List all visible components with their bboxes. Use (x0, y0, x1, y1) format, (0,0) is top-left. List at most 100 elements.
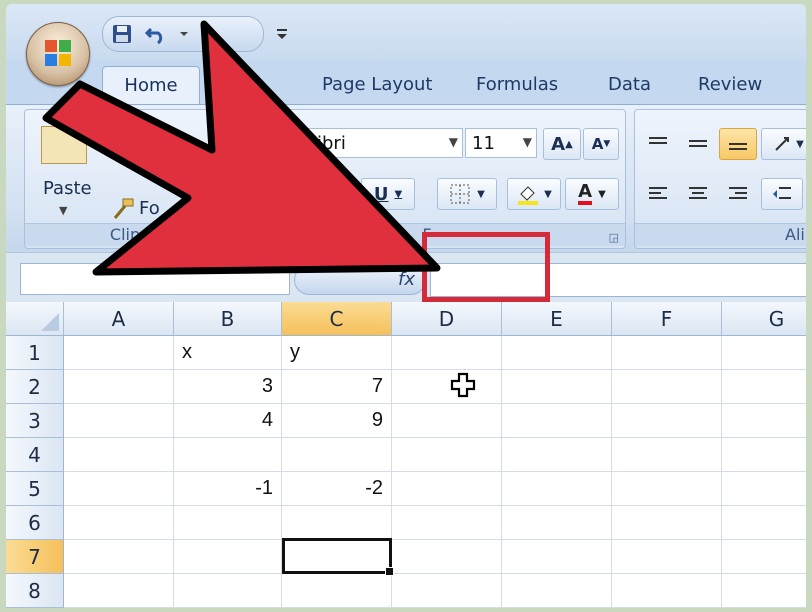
cell-a6[interactable] (64, 506, 174, 540)
column-header-b[interactable]: B (174, 302, 282, 336)
cell-b1[interactable]: x (174, 336, 282, 370)
cell-f1[interactable] (612, 336, 722, 370)
cell-e1[interactable] (502, 336, 612, 370)
fill-handle[interactable] (385, 567, 394, 576)
column-header-a[interactable]: A (64, 302, 174, 336)
row-header-4[interactable]: 4 (6, 438, 64, 472)
cell-g8[interactable] (722, 574, 806, 608)
cell-f2[interactable] (612, 370, 722, 404)
cell-b5[interactable]: -1 (174, 472, 282, 506)
cell-g1[interactable] (722, 336, 806, 370)
cell-d6[interactable] (392, 506, 502, 540)
paste-dropdown-icon[interactable]: ▼ (59, 204, 67, 217)
save-icon[interactable] (110, 22, 134, 46)
select-all-button[interactable] (6, 302, 64, 336)
align-left-icon[interactable] (639, 178, 677, 210)
cell-g3[interactable] (722, 404, 806, 438)
cell-f7[interactable] (612, 540, 722, 574)
cell-e3[interactable] (502, 404, 612, 438)
font-dialog-launcher-icon[interactable]: ◲ (609, 231, 619, 244)
column-header-d[interactable]: D (392, 302, 502, 336)
align-middle-icon[interactable] (679, 128, 717, 160)
cell-d5[interactable] (392, 472, 502, 506)
cell-d4[interactable] (392, 438, 502, 472)
cell-b3[interactable]: 4 (174, 404, 282, 438)
cell-d8[interactable] (392, 574, 502, 608)
office-button[interactable] (26, 22, 90, 86)
cell-g7[interactable] (722, 540, 806, 574)
cell-f6[interactable] (612, 506, 722, 540)
tab-formulas[interactable]: Formulas (476, 74, 558, 95)
worksheet-grid[interactable]: A B C D E F G 1 x y 2 3 7 3 4 9 4 5 -1 -2 6 7 8 (6, 302, 806, 608)
cell-e6[interactable] (502, 506, 612, 540)
align-bottom-icon[interactable] (719, 128, 757, 160)
tab-data[interactable]: Data (608, 74, 651, 95)
cell-g4[interactable] (722, 438, 806, 472)
cell-a2[interactable] (64, 370, 174, 404)
cell-g6[interactable] (722, 506, 806, 540)
font-size-combo[interactable]: 11 ▼ (465, 128, 537, 158)
cell-d1[interactable] (392, 336, 502, 370)
font-name-dropdown-icon[interactable]: ▼ (449, 135, 458, 149)
format-painter-icon[interactable] (111, 196, 137, 226)
cell-b4[interactable] (174, 438, 282, 472)
undo-dropdown-icon[interactable] (172, 22, 196, 46)
column-header-c[interactable]: C (282, 302, 392, 336)
font-color-button[interactable]: A ▼ (565, 178, 619, 210)
decrease-indent-icon[interactable] (761, 178, 803, 210)
insert-function-button[interactable]: fx (294, 265, 426, 295)
cell-c2[interactable]: 7 (282, 370, 392, 404)
row-header-7[interactable]: 7 (6, 540, 64, 574)
shrink-font-button[interactable]: A ▼ (583, 128, 619, 160)
row-header-3[interactable]: 3 (6, 404, 64, 438)
cell-a3[interactable] (64, 404, 174, 438)
undo-icon[interactable] (144, 22, 168, 46)
underline-button[interactable]: U ▼ (361, 178, 415, 210)
row-header-1[interactable]: 1 (6, 336, 64, 370)
tab-page-layout[interactable]: Page Layout (322, 74, 433, 95)
cell-c4[interactable] (282, 438, 392, 472)
cell-a7[interactable] (64, 540, 174, 574)
row-header-8[interactable]: 8 (6, 574, 64, 608)
align-top-icon[interactable] (639, 128, 677, 160)
cell-g2[interactable] (722, 370, 806, 404)
cell-e8[interactable] (502, 574, 612, 608)
font-name-combo[interactable]: libri ▼ (305, 128, 463, 158)
fill-color-button[interactable]: ▼ (507, 178, 561, 210)
borders-button[interactable]: ▼ (437, 178, 497, 210)
format-painter-label[interactable]: Fo (139, 198, 160, 219)
cell-e4[interactable] (502, 438, 612, 472)
cell-a1[interactable] (64, 336, 174, 370)
cell-a8[interactable] (64, 574, 174, 608)
cell-f3[interactable] (612, 404, 722, 438)
row-header-2[interactable]: 2 (6, 370, 64, 404)
tab-home[interactable]: Home (102, 66, 200, 105)
cell-c5[interactable]: -2 (282, 472, 392, 506)
cell-f8[interactable] (612, 574, 722, 608)
paste-button[interactable]: Paste (43, 178, 92, 199)
cell-c8[interactable] (282, 574, 392, 608)
align-right-icon[interactable] (719, 178, 757, 210)
cell-f5[interactable] (612, 472, 722, 506)
cell-c3[interactable]: 9 (282, 404, 392, 438)
cell-f4[interactable] (612, 438, 722, 472)
paste-icon[interactable] (41, 126, 87, 164)
cell-b7[interactable] (174, 540, 282, 574)
cell-b2[interactable]: 3 (174, 370, 282, 404)
grow-font-button[interactable]: A ▲ (543, 128, 581, 160)
column-header-g[interactable]: G (722, 302, 806, 336)
font-size-dropdown-icon[interactable]: ▼ (523, 135, 532, 149)
cell-b8[interactable] (174, 574, 282, 608)
column-header-f[interactable]: F (612, 302, 722, 336)
row-header-5[interactable]: 5 (6, 472, 64, 506)
cell-a5[interactable] (64, 472, 174, 506)
active-cell-selection[interactable] (282, 538, 394, 576)
cell-b6[interactable] (174, 506, 282, 540)
align-center-icon[interactable] (679, 178, 717, 210)
cell-c1[interactable]: y (282, 336, 392, 370)
cell-a4[interactable] (64, 438, 174, 472)
customize-toolbar-icon[interactable] (270, 22, 294, 46)
cell-d2[interactable] (392, 370, 502, 404)
cell-g5[interactable] (722, 472, 806, 506)
cell-e2[interactable] (502, 370, 612, 404)
